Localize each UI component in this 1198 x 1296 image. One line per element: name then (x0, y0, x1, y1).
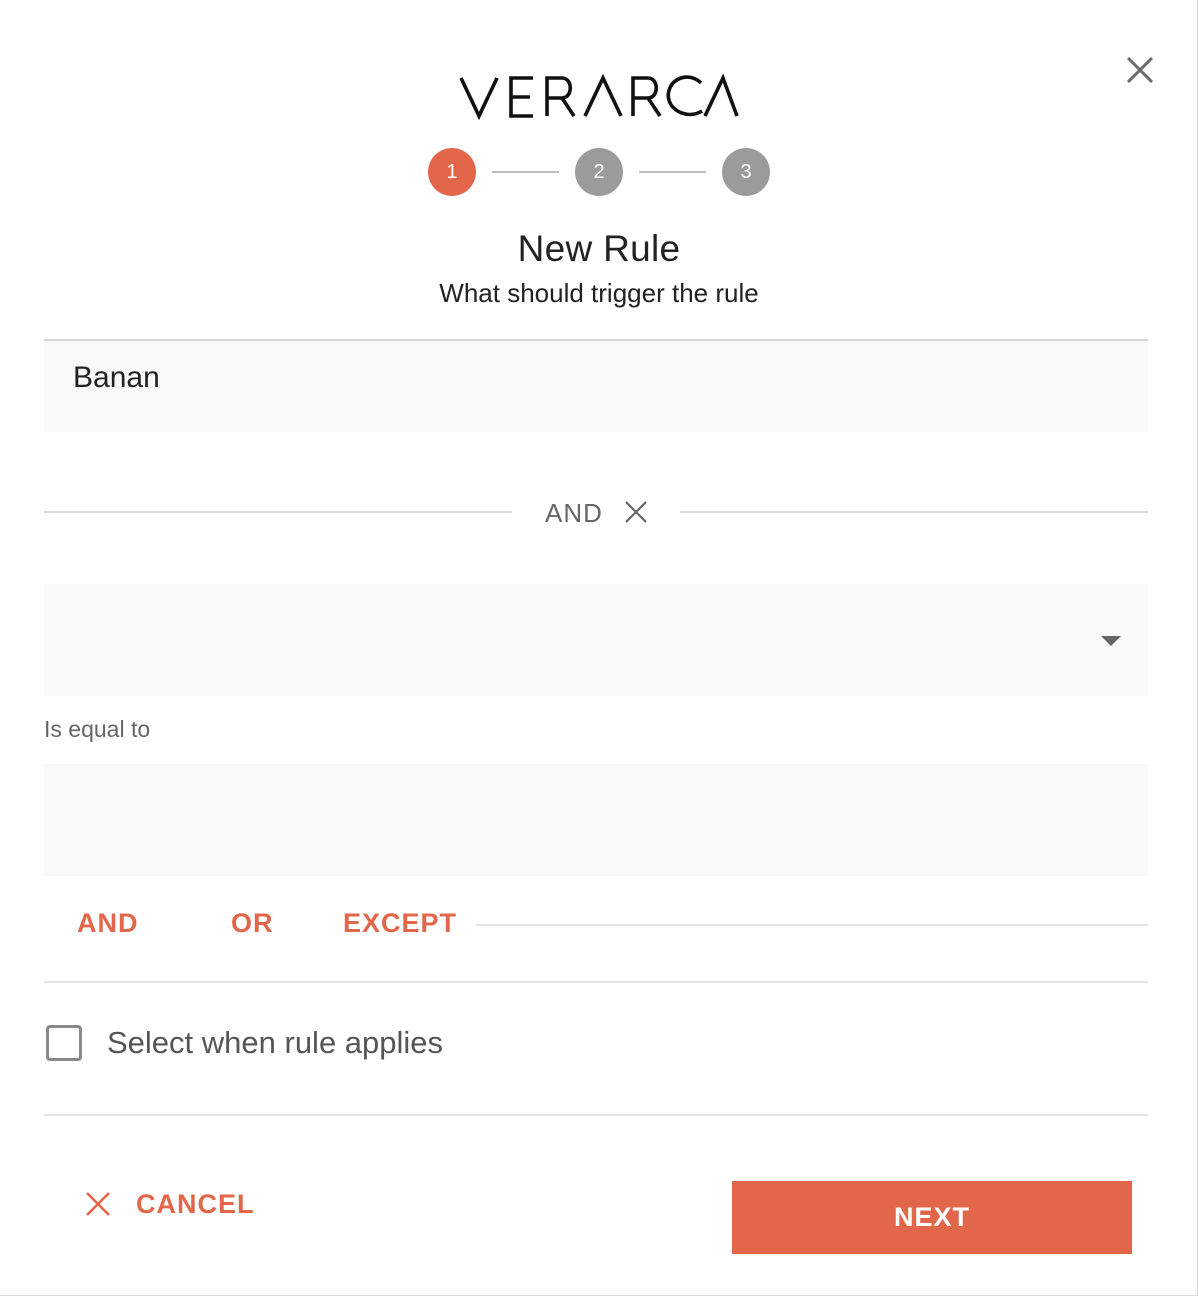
logic-operator-row: AND OR EXCEPT (44, 902, 1148, 952)
divider-line (44, 511, 512, 513)
step-connector (639, 171, 706, 173)
progress-stepper: 1 2 3 (0, 147, 1198, 197)
dropdown-caret-icon (1101, 636, 1121, 646)
first-condition-value: Banan (73, 361, 160, 394)
verarca-logo (0, 66, 1198, 126)
dialog-title: New Rule (517, 228, 681, 269)
step-3: 3 (722, 148, 770, 196)
first-condition-field[interactable]: Banan (44, 339, 1148, 432)
remove-condition-button[interactable] (622, 498, 650, 526)
cancel-x-icon (86, 1192, 110, 1216)
step-2: 2 (575, 148, 623, 196)
section-divider (44, 1114, 1148, 1116)
remove-condition-icon (625, 501, 647, 523)
cancel-button[interactable]: CANCEL (84, 1182, 255, 1226)
condition-field-select[interactable] (44, 584, 1148, 696)
divider-line (680, 511, 1148, 513)
new-rule-dialog: 1 2 3 New Rule What should trigger the r… (0, 0, 1198, 1296)
next-button[interactable]: NEXT (732, 1181, 1132, 1254)
divider-line (476, 924, 1148, 926)
cancel-label: CANCEL (136, 1188, 255, 1219)
applies-checkbox[interactable] (46, 1025, 82, 1061)
joiner-label: AND (545, 498, 603, 528)
dialog-subtitle: What should trigger the rule (439, 278, 759, 308)
step-connector (492, 171, 559, 173)
step-1: 1 (428, 148, 476, 196)
applies-checkbox-row[interactable]: Select when rule applies (44, 1018, 443, 1068)
section-divider (44, 981, 1148, 983)
and-button[interactable]: AND (77, 908, 139, 939)
compare-value-input[interactable] (44, 764, 1148, 876)
applies-checkbox-label: Select when rule applies (107, 1025, 444, 1060)
logo-wordmark (459, 73, 739, 121)
or-button[interactable]: OR (231, 908, 274, 939)
condition-joiner: AND (44, 492, 1148, 536)
operator-label: Is equal to (44, 716, 151, 742)
except-button[interactable]: EXCEPT (343, 908, 457, 939)
